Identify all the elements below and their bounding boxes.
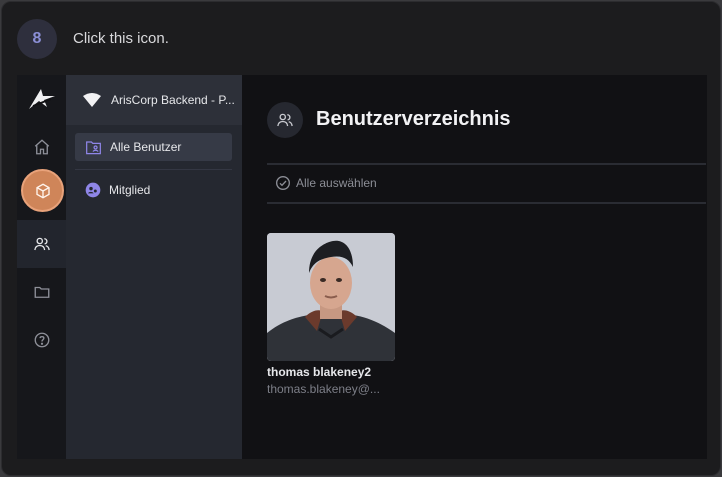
check-circle-icon xyxy=(276,176,290,190)
step-badge: 8 xyxy=(17,19,57,59)
box-icon xyxy=(35,182,50,199)
app-logo[interactable] xyxy=(27,87,57,111)
folder-user-icon xyxy=(86,140,101,154)
home-icon xyxy=(34,139,49,155)
sidebar-rail xyxy=(17,75,66,459)
user-email: thomas.blakeney@... xyxy=(267,382,380,396)
directory-panel: ArisCorp Backend - P... Alle Benutzer Mi… xyxy=(66,75,242,459)
user-avatar[interactable] xyxy=(267,233,395,361)
panel-item-label: Alle Benutzer xyxy=(110,140,182,154)
divider xyxy=(267,202,706,204)
select-all-button[interactable]: Alle auswählen xyxy=(275,175,377,191)
instruction-text: Click this icon. xyxy=(73,30,169,47)
main-content: Benutzerverzeichnis Alle auswählen thoma… xyxy=(242,75,707,459)
tutorial-frame: 8 Click this icon. ArisCorp Backend - P.… xyxy=(1,1,721,476)
rail-home-button[interactable] xyxy=(17,123,66,171)
users-icon xyxy=(277,113,293,127)
users-icon xyxy=(33,237,50,251)
panel-item-label: Mitglied xyxy=(109,183,151,197)
title-users-badge xyxy=(267,102,303,138)
panel-item-member[interactable]: Mitglied xyxy=(75,176,232,204)
workspace-name: ArisCorp Backend - P... xyxy=(111,93,235,107)
rail-users-button[interactable] xyxy=(17,220,66,268)
rail-folder-button[interactable] xyxy=(17,268,66,316)
group-icon xyxy=(85,182,101,198)
folder-icon xyxy=(34,286,49,298)
divider xyxy=(267,163,706,165)
rail-help-button[interactable] xyxy=(17,316,66,364)
wifi-icon xyxy=(83,93,101,107)
user-name: thomas blakeney2 xyxy=(267,365,372,379)
help-icon xyxy=(34,332,49,348)
select-all-label: Alle auswählen xyxy=(296,176,377,190)
app-window: ArisCorp Backend - P... Alle Benutzer Mi… xyxy=(17,75,707,459)
rail-box-button[interactable] xyxy=(21,169,64,212)
page-title: Benutzerverzeichnis xyxy=(316,108,511,130)
panel-item-all-users[interactable]: Alle Benutzer xyxy=(75,133,232,161)
panel-divider xyxy=(75,169,232,170)
user-card[interactable]: thomas blakeney2 thomas.blakeney@... xyxy=(267,233,395,396)
workspace-header[interactable]: ArisCorp Backend - P... xyxy=(66,75,242,125)
